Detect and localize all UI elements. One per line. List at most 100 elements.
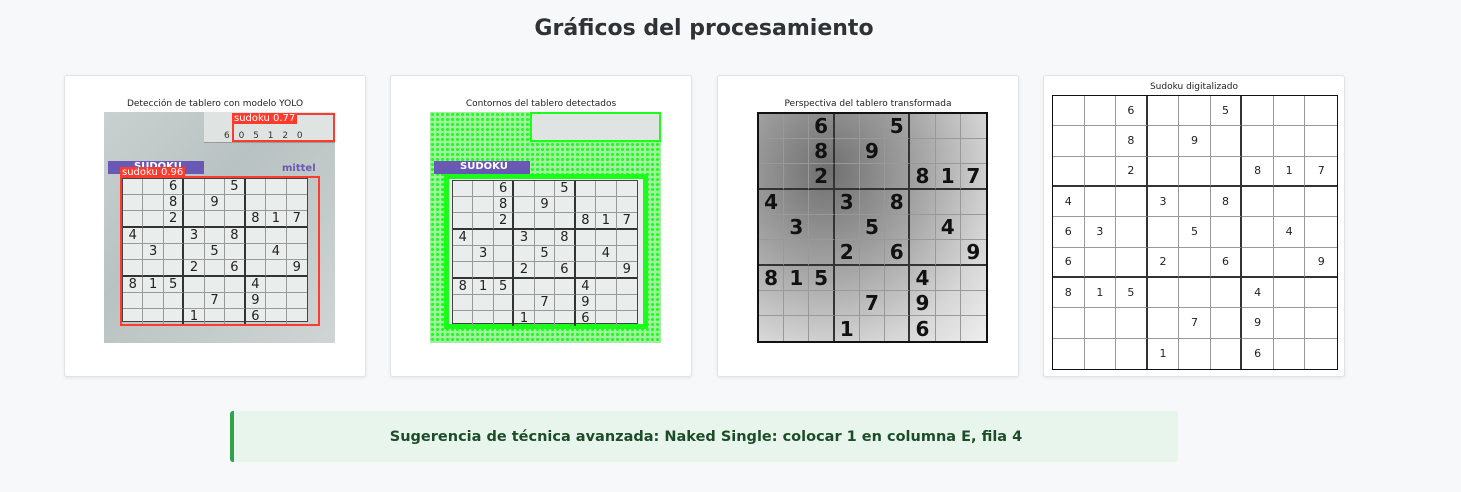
sudoku-cell: 3 [834,190,860,215]
sudoku-cell: 6 [576,311,597,326]
sudoku-cell [575,230,597,246]
sudoku-cell [1305,278,1337,309]
sudoku-cell: 2 [834,240,860,266]
digitized-sudoku-grid: 658928174386354626981547916 [1052,95,1338,370]
sudoku-cell: 9 [1305,248,1337,278]
sudoku-cell [885,316,911,341]
perspective-panel-title: Perspectiva del tablero transformada [784,99,952,109]
contour-brand-left: SUDOKU [460,161,508,172]
sudoku-cell: 5 [859,215,886,240]
sudoku-cell [1179,156,1211,187]
sudoku-cell [960,114,986,139]
sudoku-cell [1305,96,1337,127]
sudoku-cell [935,114,961,139]
sudoku-cell [1084,247,1117,278]
sudoku-cell [1179,247,1211,278]
sudoku-cell [960,215,986,240]
sudoku-cell [784,164,810,190]
sudoku-cell [1116,187,1148,218]
sudoku-cell [493,246,515,262]
sudoku-cell: 2 [493,213,515,230]
sudoku-cell [834,266,860,291]
sudoku-cell [1147,308,1180,339]
sudoku-cell [1147,126,1180,157]
sudoku-cell [1305,187,1337,218]
sudoku-cell [514,279,535,295]
yolo-panel-title: Detección de tablero con modelo YOLO [126,99,304,109]
sudoku-cell [859,190,886,215]
sudoku-cell [809,215,835,240]
sudoku-cell [809,240,835,266]
sudoku-cell: 6 [809,114,835,139]
sudoku-cell [960,291,986,316]
sudoku-cell: 4 [1242,278,1274,309]
sudoku-cell [960,139,986,164]
sudoku-cell [575,246,597,262]
sudoku-cell: 8 [1210,187,1243,218]
sudoku-cell [494,311,515,326]
sudoku-cell: 6 [1053,217,1085,248]
sudoku-cell: 5 [534,246,556,262]
sudoku-cell [596,181,617,197]
sudoku-cell [1273,126,1306,157]
sudoku-cell [860,316,886,341]
detection-box-2 [120,176,320,326]
sudoku-cell: 7 [960,164,986,190]
page-title: Gráficos del procesamiento [534,16,874,41]
sudoku-cell [473,295,494,311]
sudoku-cell [473,311,494,326]
sudoku-cell [534,262,556,279]
sudoku-cell [1084,96,1117,127]
sudoku-cell: 4 [935,215,961,240]
sudoku-cell [1053,308,1085,339]
digitized-panel: Sudoku digitalizado 65892817438635462698… [1043,75,1345,377]
sudoku-cell [453,311,474,326]
sudoku-cell [784,316,810,341]
sudoku-cell [1273,278,1306,309]
sudoku-cell [514,246,535,262]
sudoku-cell [1147,96,1180,127]
sudoku-cell [935,240,961,266]
sudoku-cell [859,240,886,266]
sudoku-cell: 1 [1273,156,1306,187]
sudoku-cell [935,190,961,215]
sudoku-cell: 4 [596,246,617,262]
contours-panel-title: Contornos del tablero detectados [465,99,617,109]
sudoku-cell: 3 [1147,187,1180,218]
sudoku-cell: 9 [575,295,597,311]
sudoku-cell [617,311,637,326]
sudoku-cell [1179,187,1211,218]
sudoku-cell: 1 [1148,338,1180,369]
sudoku-cell [834,114,860,139]
sudoku-cell [1305,217,1337,248]
sudoku-cell: 9 [910,291,936,316]
contour-top-strip [530,112,661,142]
sudoku-cell [1116,247,1148,278]
sudoku-cell [1084,308,1117,339]
sudoku-cell: 9 [534,197,556,213]
sudoku-cell [885,139,911,164]
sudoku-cell [910,139,936,164]
sudoku-cell: 8 [453,279,474,295]
sudoku-cell [514,181,535,197]
sudoku-cell [1242,247,1274,278]
sudoku-cell: 4 [453,230,474,246]
sudoku-cell [935,266,961,291]
sudoku-cell: 1 [935,164,961,190]
sudoku-cell [1053,96,1085,127]
sudoku-cell [453,213,474,230]
sudoku-cell [784,190,810,215]
sudoku-cell: 6 [493,181,515,197]
sudoku-cell: 7 [1179,308,1211,339]
sudoku-cell: 7 [616,213,637,230]
sudoku-cell: 1 [473,279,494,295]
sudoku-cell: 8 [1053,278,1085,309]
sudoku-cell [616,197,637,213]
sudoku-cell [910,240,936,266]
sudoku-cell [1210,126,1243,157]
contours-panel: Contornos del tablero detectados SUDOKU … [390,75,692,377]
sudoku-cell [809,316,835,341]
sudoku-cell [1273,187,1306,218]
sudoku-cell [960,190,986,215]
sudoku-cell [759,114,785,139]
